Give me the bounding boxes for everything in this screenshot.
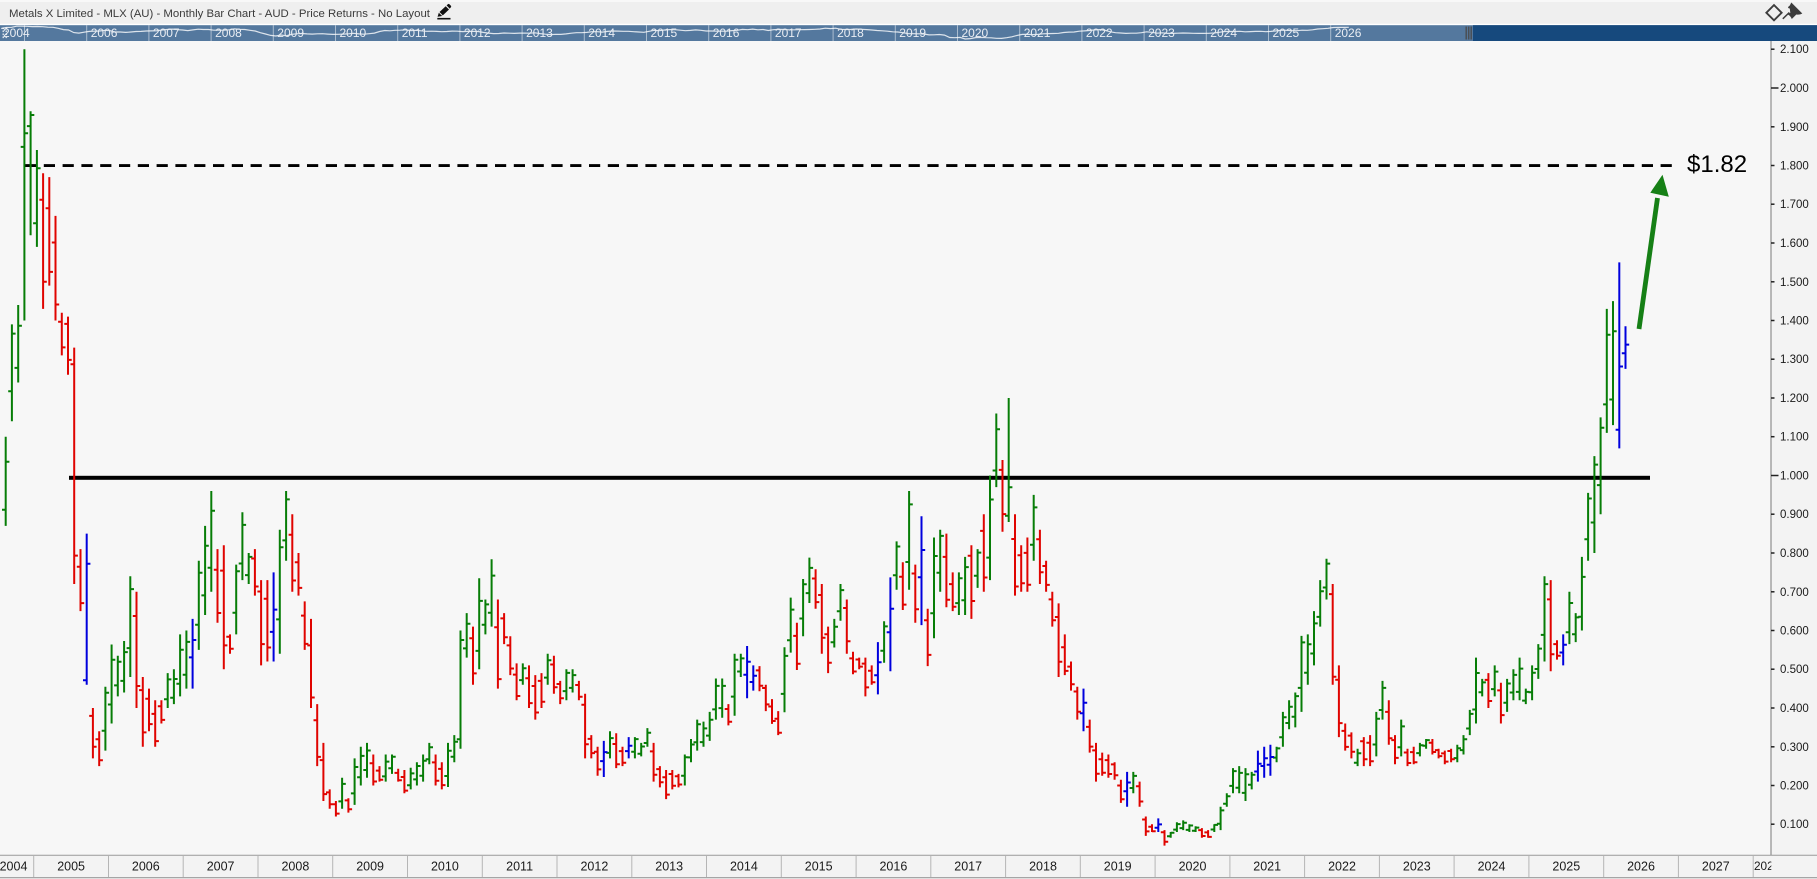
svg-text:2024: 2024: [1210, 26, 1237, 40]
svg-text:0.200: 0.200: [1780, 781, 1809, 793]
svg-text:2020: 2020: [1179, 860, 1207, 874]
svg-text:0.500: 0.500: [1780, 664, 1809, 676]
svg-text:0.800: 0.800: [1780, 548, 1809, 560]
svg-text:1.400: 1.400: [1780, 316, 1809, 328]
svg-text:2007: 2007: [207, 860, 235, 874]
svg-text:2017: 2017: [954, 860, 982, 874]
svg-text:2008: 2008: [215, 26, 242, 40]
svg-text:0.100: 0.100: [1780, 819, 1809, 831]
svg-text:2024: 2024: [1478, 860, 1506, 874]
svg-text:2013: 2013: [655, 860, 683, 874]
svg-text:0.900: 0.900: [1780, 509, 1809, 521]
svg-text:2009: 2009: [356, 860, 384, 874]
svg-text:1.300: 1.300: [1780, 354, 1809, 366]
svg-text:2015: 2015: [651, 26, 678, 40]
svg-text:2025: 2025: [1552, 860, 1580, 874]
svg-text:2020: 2020: [962, 26, 989, 40]
svg-text:0.400: 0.400: [1780, 703, 1809, 715]
svg-text:1.100: 1.100: [1780, 432, 1809, 444]
svg-text:2011: 2011: [402, 26, 428, 40]
svg-text:2019: 2019: [899, 26, 926, 40]
svg-text:2022: 2022: [1086, 26, 1113, 40]
svg-text:1.600: 1.600: [1780, 238, 1809, 250]
svg-text:2026: 2026: [1335, 26, 1362, 40]
svg-text:2012: 2012: [580, 860, 608, 874]
svg-text:2014: 2014: [730, 860, 758, 874]
svg-text:2012: 2012: [464, 26, 491, 40]
svg-text:$1.82: $1.82: [1687, 151, 1747, 178]
svg-text:2005: 2005: [57, 860, 85, 874]
svg-text:2023: 2023: [1148, 26, 1175, 40]
svg-text:2027: 2027: [1702, 860, 1730, 874]
svg-text:1.500: 1.500: [1780, 277, 1809, 289]
svg-text:0.300: 0.300: [1780, 742, 1809, 754]
svg-text:2021: 2021: [1253, 860, 1281, 874]
svg-text:0.700: 0.700: [1780, 587, 1809, 599]
svg-text:2023: 2023: [1403, 860, 1431, 874]
svg-text:1.700: 1.700: [1780, 199, 1809, 211]
svg-text:2017: 2017: [775, 26, 802, 40]
svg-text:2025: 2025: [1273, 26, 1300, 40]
svg-text:2014: 2014: [588, 26, 615, 40]
svg-text:2006: 2006: [91, 26, 118, 40]
svg-text:2007: 2007: [153, 26, 180, 40]
svg-text:2006: 2006: [132, 860, 160, 874]
svg-text:2022: 2022: [1328, 860, 1356, 874]
svg-text:2021: 2021: [1024, 26, 1051, 40]
svg-text:2016: 2016: [879, 860, 907, 874]
svg-text:2008: 2008: [281, 860, 309, 874]
svg-text:2010: 2010: [340, 26, 367, 40]
svg-text:2019: 2019: [1104, 860, 1132, 874]
svg-text:2010: 2010: [431, 860, 459, 874]
svg-text:2009: 2009: [277, 26, 304, 40]
svg-text:2.100: 2.100: [1780, 44, 1809, 56]
svg-text:1.900: 1.900: [1780, 122, 1809, 134]
svg-text:2013: 2013: [526, 26, 553, 40]
svg-text:2018: 2018: [837, 26, 864, 40]
svg-text:1.200: 1.200: [1780, 393, 1809, 405]
svg-text:2016: 2016: [713, 26, 740, 40]
svg-text:2.000: 2.000: [1780, 83, 1809, 95]
svg-text:2004: 2004: [0, 860, 27, 874]
svg-text:1.000: 1.000: [1780, 471, 1809, 483]
svg-text:Metals X Limited - MLX (AU) -: Metals X Limited - MLX (AU) - Monthly Ba…: [9, 8, 431, 20]
svg-text:2026: 2026: [1627, 860, 1655, 874]
svg-text:2011: 2011: [506, 860, 533, 874]
svg-text:1.800: 1.800: [1780, 161, 1809, 173]
svg-text:2015: 2015: [805, 860, 833, 874]
svg-text:2018: 2018: [1029, 860, 1057, 874]
svg-text:0.600: 0.600: [1780, 626, 1809, 638]
